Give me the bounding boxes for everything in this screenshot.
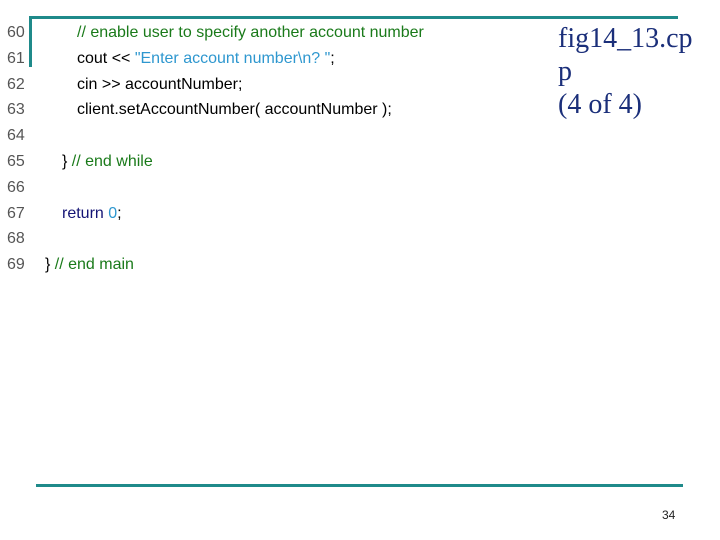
line-number: 67: [7, 204, 25, 222]
line-number: 63: [7, 101, 25, 119]
figure-title-line-3: (4 of 4): [558, 89, 642, 120]
line-number: 68: [7, 230, 25, 248]
line-number: 64: [7, 127, 25, 145]
line-number: 69: [7, 256, 25, 274]
line-number: 65: [7, 152, 25, 170]
code-token-plain: cout <<: [77, 49, 135, 67]
code-text: // enable user to specify another accoun…: [77, 22, 424, 44]
footer-rule: [36, 484, 683, 487]
code-text: } // end while: [62, 151, 153, 173]
code-bracket-left-rule: [29, 16, 32, 67]
line-number: 66: [7, 178, 25, 196]
code-token-keyword: return: [62, 204, 109, 222]
code-token-plain: }: [62, 152, 72, 170]
code-token-plain: cin >> accountNumber;: [77, 75, 243, 93]
figure-title-line-2: p: [558, 56, 572, 87]
line-number: 62: [7, 75, 25, 93]
line-number: 60: [7, 24, 25, 41]
figure-title: fig14_13.cp p (4 of 4): [558, 22, 708, 121]
code-token-comment: // end while: [71, 152, 153, 170]
code-token-plain: }: [45, 256, 55, 274]
figure-title-line-1: fig14_13.cp: [558, 23, 693, 54]
code-text: cout << "Enter account number\n? ";: [77, 48, 335, 70]
code-text: } // end main: [45, 254, 134, 276]
code-text: cin >> accountNumber;: [77, 74, 242, 96]
code-bracket-top-rule: [29, 16, 678, 19]
code-text: client.setAccountNumber( accountNumber )…: [77, 99, 392, 121]
code-token-number: 0: [108, 204, 118, 222]
code-token-plain: ;: [330, 49, 335, 67]
page-number: 34: [662, 508, 676, 522]
code-token-plain: client.setAccountNumber( accountNumber )…: [77, 101, 392, 119]
code-token-plain: ;: [117, 204, 122, 222]
code-token-comment: // end main: [54, 256, 134, 274]
line-number: 61: [7, 49, 25, 67]
code-text: return 0;: [62, 203, 122, 225]
code-token-comment: // enable user to specify another accoun…: [77, 24, 424, 41]
code-token-string: "Enter account number\n? ": [134, 49, 331, 67]
